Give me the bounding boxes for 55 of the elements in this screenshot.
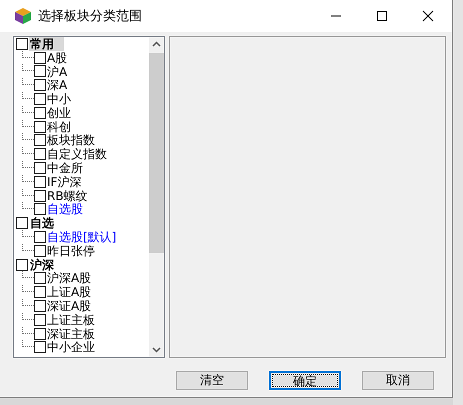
tree-item[interactable]: 创业: [47, 106, 71, 120]
tree-item[interactable]: 中金所: [47, 161, 83, 176]
tree-item[interactable]: 科创: [47, 120, 71, 134]
dialog-button[interactable]: 清空: [176, 371, 248, 390]
checkbox[interactable]: [34, 148, 46, 160]
checkbox[interactable]: [34, 244, 46, 257]
tree-item[interactable]: 自定义指数: [47, 147, 107, 162]
checkbox[interactable]: [34, 106, 46, 119]
tree-item[interactable]: 沪A: [47, 64, 68, 78]
tree-item[interactable]: 深证主板: [47, 326, 95, 341]
checkbox[interactable]: [34, 286, 46, 298]
checkbox[interactable]: [34, 314, 46, 326]
tree-item[interactable]: 中小企业: [47, 340, 95, 354]
tree-item[interactable]: 昨日张停: [47, 244, 95, 258]
tree-item[interactable]: A股: [47, 50, 68, 65]
checkbox[interactable]: [34, 52, 46, 64]
maximize-icon[interactable]: [376, 10, 388, 22]
checkbox[interactable]: [34, 341, 46, 354]
checkbox[interactable]: [34, 190, 46, 202]
dialog-button[interactable]: 取消: [362, 371, 434, 390]
tree-item[interactable]: 沪深A股: [47, 271, 92, 286]
checkbox[interactable]: [34, 134, 46, 146]
dialog-button[interactable]: 确定: [269, 371, 341, 390]
scrollbar[interactable]: [149, 37, 164, 357]
checkbox[interactable]: [34, 79, 46, 92]
checkbox[interactable]: [34, 300, 46, 312]
checkbox[interactable]: [34, 162, 46, 174]
checkbox[interactable]: [16, 258, 28, 271]
tree-item[interactable]: 深A: [47, 78, 68, 92]
checkbox[interactable]: [34, 272, 46, 284]
tree-item[interactable]: IF沪深: [47, 174, 82, 189]
tree-group[interactable]: 沪深: [29, 258, 55, 272]
tree-item[interactable]: 自选股: [47, 202, 83, 216]
checkbox[interactable]: [34, 203, 46, 216]
tree-item[interactable]: 上证主板: [47, 312, 95, 327]
scroll-thumb[interactable]: [149, 53, 164, 253]
checkbox[interactable]: [34, 93, 46, 106]
checkbox[interactable]: [16, 38, 28, 50]
checkbox[interactable]: [34, 328, 46, 340]
tree-group[interactable]: 自选: [29, 216, 55, 230]
tree-item[interactable]: 中小: [47, 92, 71, 106]
tree-item[interactable]: 上证A股: [47, 285, 92, 300]
tree-group[interactable]: 常用: [29, 37, 64, 51]
close-icon[interactable]: [422, 10, 434, 22]
checkbox[interactable]: [34, 176, 46, 188]
cube-icon: [14, 7, 32, 25]
tree-item[interactable]: 自选股[默认]: [47, 230, 116, 244]
checkbox[interactable]: [34, 65, 46, 78]
tree-item[interactable]: RB螺纹: [47, 188, 88, 203]
checkbox[interactable]: [16, 217, 28, 230]
checkbox[interactable]: [34, 120, 46, 133]
window-title: 选择板块分类范围: [38, 8, 142, 25]
checkbox[interactable]: [34, 231, 46, 244]
tree-item[interactable]: 板块指数: [47, 133, 95, 148]
tree-item[interactable]: 深证A股: [47, 299, 92, 314]
